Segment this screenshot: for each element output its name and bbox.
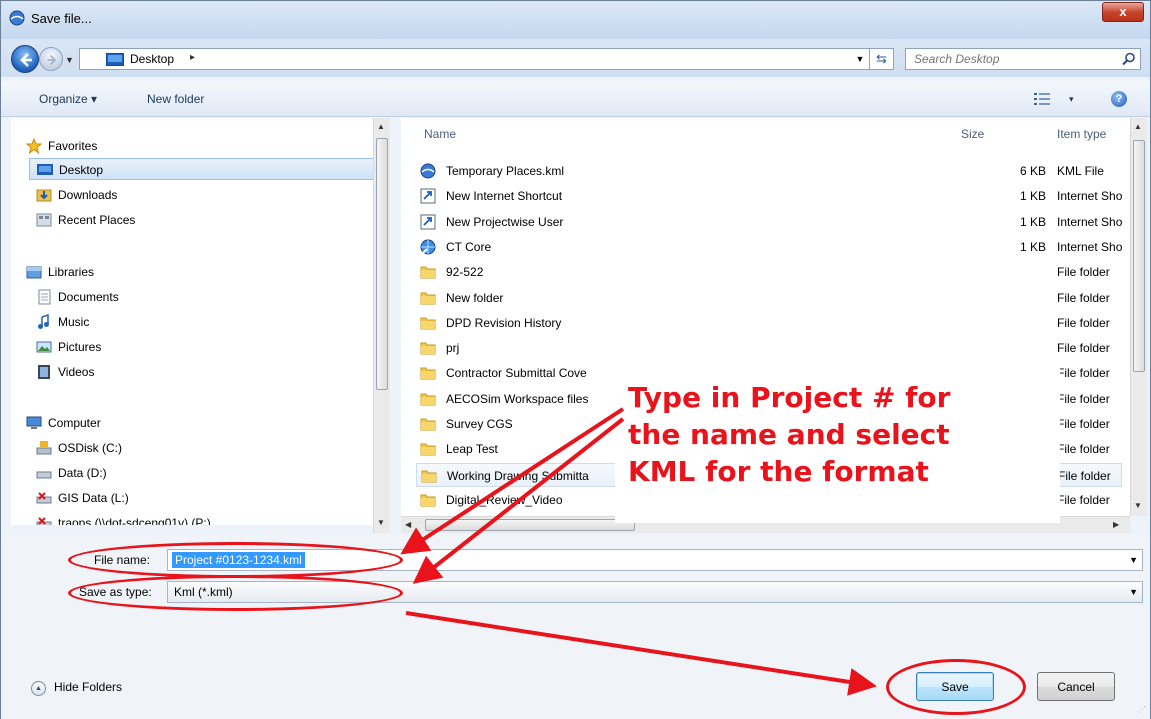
save-file-dialog: Save file... x ▼ Desktop ▸ ▼ ⇆ Search De…	[0, 0, 1151, 719]
save-button[interactable]: Save	[916, 672, 994, 701]
resize-grip-icon[interactable]: ⋰	[1138, 705, 1146, 714]
hide-folders-button[interactable]: Hide Folders	[54, 680, 122, 694]
arrow-to-save-button	[405, 611, 877, 696]
chevron-up-icon[interactable]: ▲	[31, 681, 46, 696]
cancel-button[interactable]: Cancel	[1037, 672, 1115, 701]
arrow-to-savetype	[412, 417, 625, 584]
arrow-to-filename	[400, 407, 625, 555]
annotation-arrows	[400, 407, 877, 696]
